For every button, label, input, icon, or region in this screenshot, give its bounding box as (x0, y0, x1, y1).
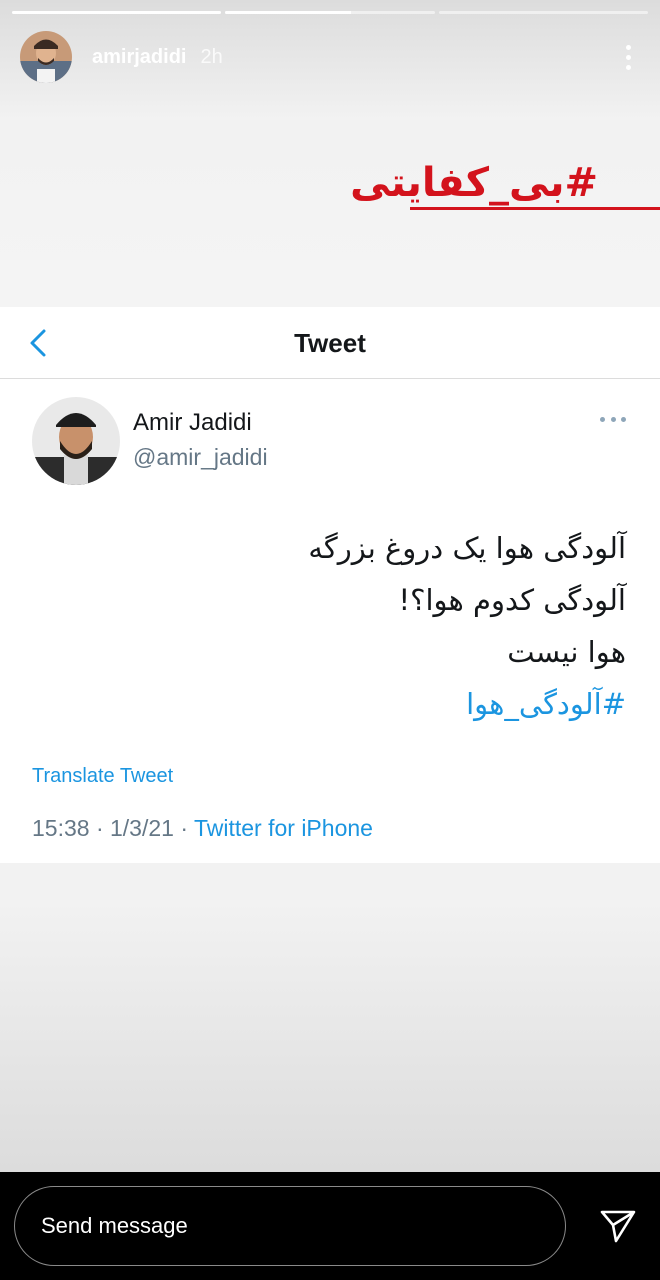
hashtag-sticker-text: #بی_کفایتی (350, 160, 598, 206)
tweet-hashtag: #آلودگی_هوا (466, 687, 626, 721)
story-username[interactable]: amirjadidi (92, 46, 186, 69)
more-vertical-icon[interactable] (616, 40, 640, 74)
tweet-text: آلودگی هوا یک دروغ بزرگه آلودگی کدوم هوا… (66, 522, 626, 730)
hashtag-sticker[interactable]: #بی_کفایتی (330, 160, 660, 216)
progress-fill (12, 11, 222, 14)
progress-fill (225, 11, 351, 14)
tweet-timestamp: 15:38 · 1/3/21 · (32, 815, 194, 841)
tweet-author-handle: @amir_jadidi (133, 444, 268, 470)
more-horizontal-icon (600, 413, 626, 425)
tweet-line: آلودگی هوا یک دروغ بزرگه (308, 531, 626, 565)
tweet-nav-bar: Tweet (0, 307, 660, 379)
progress-segment (12, 11, 222, 14)
story-progress (12, 11, 648, 14)
hashtag-underline (410, 207, 660, 210)
tweet-line: آلودگی کدوم هوا؟! (398, 583, 626, 617)
tweet-avatar (32, 397, 120, 485)
story-time: 2h (200, 45, 223, 68)
tweet-source: Twitter for iPhone (193, 815, 373, 841)
translate-tweet-link: Translate Tweet (32, 765, 174, 787)
tweet-line: هوا نیست (507, 635, 626, 669)
tweet-nav-title: Tweet (294, 328, 366, 358)
story-view: amirjadidi 2h #بی_کفایتی Tweet Amir Jadi… (0, 0, 660, 1172)
story-avatar[interactable] (20, 31, 72, 83)
progress-segment (438, 11, 648, 14)
tweet-screenshot-card: Tweet Amir Jadidi @amir_jadidi آلودگی هو… (0, 307, 660, 863)
tweet-meta: 15:38 · 1/3/21 · Twitter for iPhone (32, 815, 373, 842)
tweet-author: Amir Jadidi @amir_jadidi (32, 397, 630, 487)
story-header: amirjadidi 2h (20, 30, 640, 84)
tweet-author-name: Amir Jadidi (133, 409, 252, 436)
progress-segment (225, 11, 435, 14)
send-message-input[interactable]: Send message (14, 1186, 566, 1266)
story-reply-bar: Send message (0, 1172, 660, 1280)
send-icon[interactable] (600, 1208, 636, 1244)
